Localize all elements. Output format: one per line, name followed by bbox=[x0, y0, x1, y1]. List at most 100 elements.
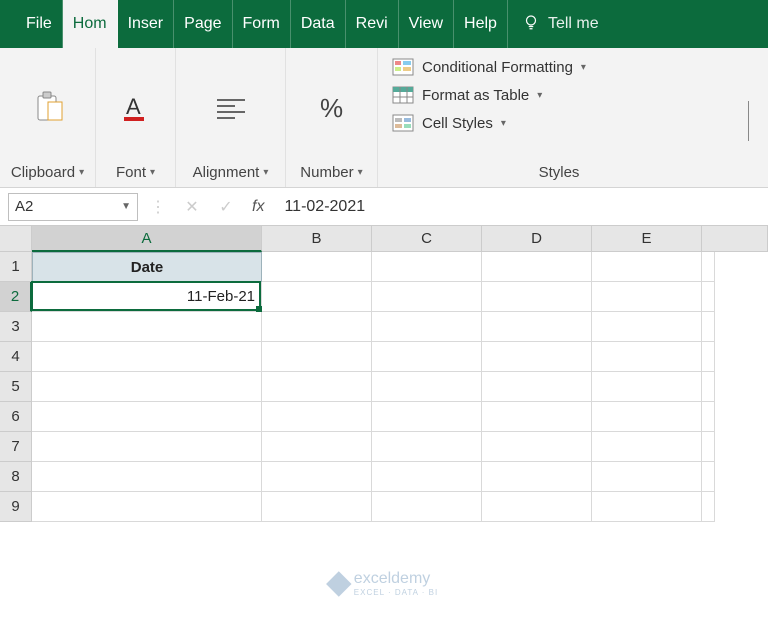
tab-insert[interactable]: Inser bbox=[118, 0, 175, 48]
enter-formula-button[interactable]: ✓ bbox=[212, 193, 240, 221]
cell-E1[interactable] bbox=[592, 252, 702, 282]
row-header-5[interactable]: 5 bbox=[0, 372, 32, 402]
cell-D7[interactable] bbox=[482, 432, 592, 462]
cell-E9[interactable] bbox=[592, 492, 702, 522]
percent-icon[interactable]: % bbox=[312, 88, 352, 128]
group-font-label[interactable]: Font ▾ bbox=[112, 160, 159, 185]
group-alignment-label[interactable]: Alignment ▾ bbox=[189, 160, 273, 185]
cell-D4[interactable] bbox=[482, 342, 592, 372]
tell-me-input[interactable] bbox=[548, 15, 755, 33]
cell-A4[interactable] bbox=[32, 342, 262, 372]
cell-styles-text: Cell Styles bbox=[422, 115, 493, 132]
tell-me-search[interactable] bbox=[508, 0, 768, 48]
cell-D8[interactable] bbox=[482, 462, 592, 492]
cell-filler bbox=[702, 402, 715, 432]
format-as-table-button[interactable]: Format as Table ▾ bbox=[388, 84, 730, 106]
tab-formulas[interactable]: Form bbox=[233, 0, 291, 48]
cell-D2[interactable] bbox=[482, 282, 592, 312]
cell-A3[interactable] bbox=[32, 312, 262, 342]
clipboard-icon[interactable] bbox=[28, 88, 68, 128]
cell-C4[interactable] bbox=[372, 342, 482, 372]
cell-B3[interactable] bbox=[262, 312, 372, 342]
tab-help[interactable]: Help bbox=[454, 0, 508, 48]
row-header-4[interactable]: 4 bbox=[0, 342, 32, 372]
cell-C3[interactable] bbox=[372, 312, 482, 342]
alignment-icon[interactable] bbox=[211, 88, 251, 128]
cell-B9[interactable] bbox=[262, 492, 372, 522]
cell-D3[interactable] bbox=[482, 312, 592, 342]
cell-B1[interactable] bbox=[262, 252, 372, 282]
name-box[interactable]: A2 ▼ bbox=[8, 193, 138, 221]
cell-C8[interactable] bbox=[372, 462, 482, 492]
cell-D1[interactable] bbox=[482, 252, 592, 282]
cell-D5[interactable] bbox=[482, 372, 592, 402]
tab-view[interactable]: View bbox=[399, 0, 454, 48]
cell-B2[interactable] bbox=[262, 282, 372, 312]
cells-area[interactable]: Date11-Feb-21 bbox=[32, 252, 715, 522]
tab-data[interactable]: Data bbox=[291, 0, 346, 48]
cancel-formula-button[interactable]: ✕ bbox=[178, 193, 206, 221]
chevron-down-icon: ▾ bbox=[537, 90, 542, 101]
lightbulb-icon bbox=[522, 13, 540, 36]
column-header-D[interactable]: D bbox=[482, 226, 592, 252]
column-header-B[interactable]: B bbox=[262, 226, 372, 252]
select-all-corner[interactable] bbox=[0, 226, 32, 252]
cell-C7[interactable] bbox=[372, 432, 482, 462]
table-row bbox=[32, 312, 715, 342]
fx-icon[interactable]: fx bbox=[246, 198, 270, 216]
row-header-2[interactable]: 2 bbox=[0, 282, 32, 312]
conditional-formatting-button[interactable]: Conditional Formatting ▾ bbox=[388, 56, 730, 78]
column-header-E[interactable]: E bbox=[592, 226, 702, 252]
cell-B6[interactable] bbox=[262, 402, 372, 432]
chevron-down-icon: ▾ bbox=[581, 62, 586, 73]
cell-A9[interactable] bbox=[32, 492, 262, 522]
cell-A2[interactable]: 11-Feb-21 bbox=[32, 282, 262, 312]
cell-B5[interactable] bbox=[262, 372, 372, 402]
cell-E5[interactable] bbox=[592, 372, 702, 402]
group-styles: Conditional Formatting ▾ Format as Table… bbox=[378, 48, 740, 187]
cell-A5[interactable] bbox=[32, 372, 262, 402]
row-header-1[interactable]: 1 bbox=[0, 252, 32, 282]
cell-B8[interactable] bbox=[262, 462, 372, 492]
worksheet-grid[interactable]: ABCDE 123456789 Date11-Feb-21 exceldemy … bbox=[0, 226, 768, 625]
tab-home[interactable]: Hom bbox=[63, 0, 118, 48]
column-header-A[interactable]: A bbox=[32, 226, 262, 252]
cell-D9[interactable] bbox=[482, 492, 592, 522]
cell-E7[interactable] bbox=[592, 432, 702, 462]
cell-B4[interactable] bbox=[262, 342, 372, 372]
font-color-icon[interactable]: A bbox=[116, 88, 156, 128]
column-header-C[interactable]: C bbox=[372, 226, 482, 252]
group-clipboard-label[interactable]: Clipboard ▾ bbox=[7, 160, 88, 185]
cell-A6[interactable] bbox=[32, 402, 262, 432]
cell-C1[interactable] bbox=[372, 252, 482, 282]
tab-file[interactable]: File bbox=[16, 0, 63, 48]
cell-E3[interactable] bbox=[592, 312, 702, 342]
group-clipboard: Clipboard ▾ bbox=[0, 48, 96, 187]
cell-A7[interactable] bbox=[32, 432, 262, 462]
cell-styles-button[interactable]: Cell Styles ▾ bbox=[388, 112, 730, 134]
row-header-7[interactable]: 7 bbox=[0, 432, 32, 462]
cell-E8[interactable] bbox=[592, 462, 702, 492]
row-header-3[interactable]: 3 bbox=[0, 312, 32, 342]
formula-divider: ⋮ bbox=[144, 193, 172, 221]
cell-E2[interactable] bbox=[592, 282, 702, 312]
cell-C9[interactable] bbox=[372, 492, 482, 522]
chevron-down-icon: ▾ bbox=[501, 118, 506, 129]
cell-A8[interactable] bbox=[32, 462, 262, 492]
cell-A1[interactable]: Date bbox=[32, 252, 262, 282]
cell-E4[interactable] bbox=[592, 342, 702, 372]
cell-C5[interactable] bbox=[372, 372, 482, 402]
cell-filler bbox=[702, 252, 715, 282]
row-header-6[interactable]: 6 bbox=[0, 402, 32, 432]
cell-B7[interactable] bbox=[262, 432, 372, 462]
cell-C6[interactable] bbox=[372, 402, 482, 432]
tab-review[interactable]: Revi bbox=[346, 0, 399, 48]
row-header-9[interactable]: 9 bbox=[0, 492, 32, 522]
group-number-label[interactable]: Number ▾ bbox=[296, 160, 366, 185]
row-header-8[interactable]: 8 bbox=[0, 462, 32, 492]
cell-D6[interactable] bbox=[482, 402, 592, 432]
cell-E6[interactable] bbox=[592, 402, 702, 432]
tab-page-layout[interactable]: Page bbox=[174, 0, 232, 48]
formula-input[interactable] bbox=[276, 198, 760, 216]
cell-C2[interactable] bbox=[372, 282, 482, 312]
